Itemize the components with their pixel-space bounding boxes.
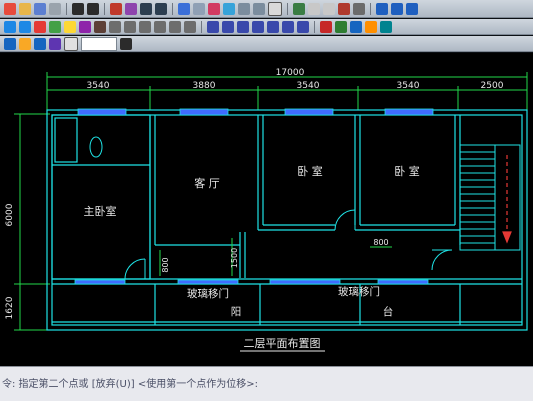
fillet-icon[interactable] [169, 20, 181, 33]
toolbar-separator [172, 2, 173, 15]
toolbar-separator [314, 20, 315, 33]
dim-text-1: 3540 [87, 81, 110, 91]
drawing-title: 二层平面布置图 [244, 337, 321, 350]
dim-aligned-icon[interactable] [222, 20, 234, 33]
toilet-fixture [89, 136, 103, 158]
layer-lock-icon[interactable] [49, 37, 61, 50]
layer-dropdown[interactable] [81, 36, 117, 51]
zoom-icon[interactable] [125, 2, 137, 15]
walls [46, 109, 528, 331]
dim-text-6000: 6000 [5, 203, 15, 226]
pan-icon[interactable] [110, 2, 122, 15]
room-label-master-bedroom: 主卧室 [84, 204, 117, 218]
erase-icon[interactable] [34, 20, 46, 33]
command-line[interactable]: 令: 指定第二个点或 [放弃(U)] <使用第一个点作为位移>: [0, 366, 533, 401]
windows [74, 108, 434, 285]
layer-on-icon[interactable] [19, 37, 31, 50]
balcony-label-1: 阳 [231, 306, 242, 318]
floor-plan-svg: 17000 3540 3880 3540 3540 2500 6000 1620 [5, 68, 528, 352]
staircase [459, 144, 521, 251]
left-dimensions [14, 113, 50, 331]
calc-icon[interactable] [253, 2, 265, 15]
sliding-door-label-2: 玻璃移门 [338, 285, 380, 298]
layers-toolbar [0, 36, 533, 52]
help-icon[interactable] [268, 1, 282, 16]
3d-orbit-icon[interactable] [293, 2, 305, 15]
toolbar-separator [104, 2, 105, 15]
redo-icon[interactable] [87, 2, 99, 15]
dim-text-2: 3880 [193, 81, 216, 91]
dim-text-3: 3540 [297, 81, 320, 91]
polyline-icon[interactable] [19, 20, 31, 33]
extend-icon[interactable] [124, 20, 136, 33]
layer-icon[interactable] [320, 20, 332, 33]
markup-icon[interactable] [238, 2, 250, 15]
balcony-label-2: 台 [383, 305, 394, 318]
match-icon[interactable] [350, 20, 362, 33]
dim-text-5: 2500 [481, 81, 504, 91]
layer-color-icon[interactable] [64, 36, 78, 51]
dim-text-4: 3540 [397, 81, 420, 91]
stair-arrow [502, 155, 512, 244]
standard-toolbar [0, 0, 533, 18]
render-icon[interactable] [338, 2, 350, 15]
drawing-canvas[interactable]: 17000 3540 3880 3540 3540 2500 6000 1620 [0, 53, 533, 366]
block-icon[interactable] [365, 20, 377, 33]
dim-text-1620: 1620 [5, 296, 15, 319]
line-icon[interactable] [4, 20, 16, 33]
zoom-window-icon[interactable] [140, 2, 152, 15]
toolbar-separator [201, 20, 202, 33]
chamfer-icon[interactable] [154, 20, 166, 33]
layer-manager-icon[interactable] [4, 37, 16, 50]
toolbar-separator [370, 2, 371, 15]
wedge-icon[interactable] [323, 2, 335, 15]
undo-icon[interactable] [72, 2, 84, 15]
sliding-door-label-1: 玻璃移门 [187, 287, 229, 300]
box-icon[interactable] [308, 2, 320, 15]
zoom-prev-icon[interactable] [155, 2, 167, 15]
draw-toolbar [0, 19, 533, 35]
new-icon[interactable] [4, 2, 16, 15]
explode-icon[interactable] [184, 20, 196, 33]
insert-icon[interactable] [380, 20, 392, 33]
tool-palette-icon[interactable] [208, 2, 220, 15]
dim-angular-icon[interactable] [252, 20, 264, 33]
trim-icon[interactable] [109, 20, 121, 33]
design-center-icon[interactable] [193, 2, 205, 15]
room-label-bedroom-1: 卧 室 [297, 164, 323, 178]
move-icon[interactable] [376, 2, 388, 15]
dim-linear-icon[interactable] [207, 20, 219, 33]
mirror-icon[interactable] [64, 20, 76, 33]
array-icon[interactable] [94, 20, 106, 33]
print-icon[interactable] [49, 2, 61, 15]
room-label-living-room: 客 厅 [194, 176, 220, 190]
door-dimensions [159, 238, 392, 276]
overall-dim-text: 17000 [276, 68, 305, 78]
rotate-icon[interactable] [391, 2, 403, 15]
dim-continue-icon[interactable] [267, 20, 279, 33]
top-dimensions [46, 76, 528, 110]
shade-icon[interactable] [353, 2, 365, 15]
room-label-bedroom-2: 卧 室 [394, 164, 420, 178]
toolbar-separator [287, 2, 288, 15]
layer-state-icon[interactable] [335, 20, 347, 33]
scale-icon[interactable] [406, 2, 418, 15]
door-dim-800-right: 800 [373, 238, 388, 247]
sheet-set-icon[interactable] [223, 2, 235, 15]
properties-icon[interactable] [178, 2, 190, 15]
save-icon[interactable] [34, 2, 46, 15]
dim-style-icon[interactable] [297, 20, 309, 33]
copy-object-icon[interactable] [49, 20, 61, 33]
offset-icon[interactable] [79, 20, 91, 33]
door-dim-1500: 1500 [230, 248, 239, 268]
open-icon[interactable] [19, 2, 31, 15]
toolbar-separator [66, 2, 67, 15]
dim-baseline-icon[interactable] [282, 20, 294, 33]
break-icon[interactable] [139, 20, 151, 33]
layer-freeze-icon[interactable] [34, 37, 46, 50]
command-line-text: 令: 指定第二个点或 [放弃(U)] <使用第一个点作为位移>: [2, 379, 258, 390]
dim-radius-icon[interactable] [237, 20, 249, 33]
door-dim-800-left: 800 [161, 257, 170, 272]
chevron-down-icon[interactable] [120, 37, 132, 50]
